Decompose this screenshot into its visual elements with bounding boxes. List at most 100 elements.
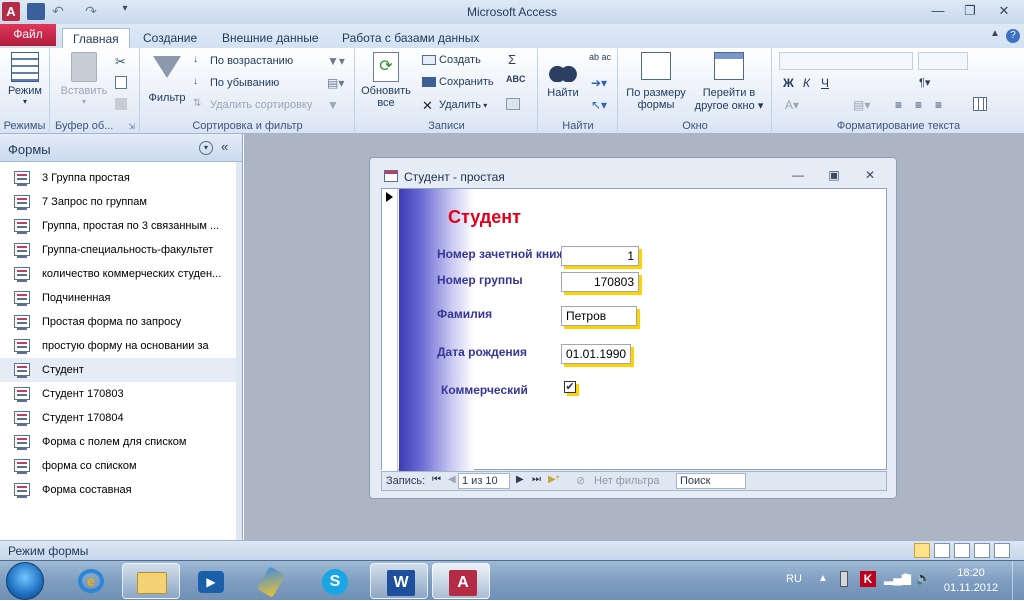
skype-taskbar-button[interactable]: S <box>306 563 364 599</box>
more-records-icon[interactable] <box>506 98 520 110</box>
filter-button[interactable]: Фильтр <box>145 52 189 104</box>
nav-item[interactable]: Группа-специальность-факультет <box>0 238 236 262</box>
close-button[interactable]: ✕ <box>988 2 1020 20</box>
new-record-nav-icon[interactable]: ▶* <box>548 474 560 485</box>
cut-icon[interactable]: ✂ <box>115 54 126 70</box>
tab-home[interactable]: Главная <box>62 28 130 48</box>
usb-icon[interactable] <box>840 571 848 587</box>
nav-item[interactable]: количество коммерческих студен... <box>0 262 236 286</box>
minimize-button[interactable]: — <box>924 2 952 20</box>
nav-item[interactable]: Форма с полем для списком <box>0 430 236 454</box>
nav-item[interactable]: Студент 170803 <box>0 382 236 406</box>
find-button[interactable]: Найти <box>543 52 583 99</box>
volume-icon[interactable]: 🔈 <box>916 571 931 585</box>
nav-item[interactable]: Студент 170804 <box>0 406 236 430</box>
next-record-icon[interactable]: ▶ <box>516 474 524 485</box>
surname-field[interactable]: Петров <box>561 306 637 326</box>
start-button[interactable] <box>6 562 44 600</box>
pivot-view-icon[interactable] <box>974 543 990 558</box>
paste-button[interactable]: Вставить ▾ <box>57 52 111 106</box>
last-record-icon[interactable]: ⏭ <box>532 474 541 485</box>
form-restore-button[interactable]: ▣ <box>824 168 844 184</box>
nav-item[interactable]: 3 Группа простая <box>0 166 236 190</box>
advanced-filter-icon[interactable]: ▤▾ <box>327 76 344 90</box>
ie-taskbar-button[interactable]: e <box>62 563 120 599</box>
nav-item[interactable]: Подчиненная <box>0 286 236 310</box>
sort-descending-button[interactable]: ↓ По убыванию <box>193 76 279 90</box>
record-book-field[interactable]: 1 <box>561 246 639 266</box>
paragraph-icon[interactable]: ¶▾ <box>919 76 930 89</box>
nav-item[interactable]: форма со списком <box>0 454 236 478</box>
clipboard-launcher-icon[interactable]: ⇲ <box>128 122 135 131</box>
align-right-icon[interactable]: ≡ <box>935 98 942 112</box>
nav-item[interactable]: Студент <box>0 358 236 382</box>
toggle-filter-icon[interactable]: ▼ <box>327 98 339 112</box>
font-select[interactable] <box>779 52 913 70</box>
nav-item[interactable]: Форма составная <box>0 478 236 502</box>
record-selector[interactable] <box>382 189 398 471</box>
align-left-icon[interactable]: ≡ <box>895 98 902 112</box>
group-field[interactable]: 170803 <box>561 272 639 292</box>
help-icon[interactable]: ? <box>1006 29 1020 43</box>
italic-button[interactable]: К <box>803 76 810 90</box>
selection-filter-icon[interactable]: ▼▾ <box>327 54 345 68</box>
no-filter-label[interactable]: Нет фильтра <box>594 475 660 487</box>
align-center-icon[interactable]: ≡ <box>915 98 922 112</box>
delete-record-button[interactable]: ✕ Удалить ▾ <box>422 98 487 113</box>
restore-button[interactable]: ❐ <box>956 2 984 20</box>
goto-icon[interactable]: ➔▾ <box>591 76 607 90</box>
format-painter-icon[interactable] <box>115 98 127 110</box>
nav-item[interactable]: Группа, простая по 3 связанным ... <box>0 214 236 238</box>
totals-icon[interactable]: Σ <box>508 52 516 67</box>
ribbon-minimize-icon[interactable]: ▲ <box>990 28 1000 39</box>
prev-record-icon[interactable]: ◀ <box>448 474 456 485</box>
tab-file[interactable]: Файл <box>0 24 56 46</box>
tab-create[interactable]: Создание <box>133 28 207 48</box>
gridlines-icon[interactable] <box>973 97 987 111</box>
refresh-all-button[interactable]: ⟳ Обновить все <box>360 52 412 109</box>
explorer-taskbar-button[interactable] <box>122 563 180 599</box>
show-desktop-button[interactable] <box>1012 561 1024 601</box>
highlight-icon[interactable]: ▤▾ <box>853 98 870 112</box>
font-color-icon[interactable]: A▾ <box>785 98 799 112</box>
sort-ascending-button[interactable]: ↓ По возрастанию <box>193 54 293 68</box>
switch-window-button[interactable]: Перейти в другое окно ▾ <box>689 52 769 112</box>
nav-scrollbar[interactable] <box>236 162 242 540</box>
record-position-field[interactable]: 1 из 10 <box>458 473 510 489</box>
nav-item[interactable]: 7 Запрос по группам <box>0 190 236 214</box>
font-size-select[interactable] <box>918 52 968 70</box>
navigation-pane-header[interactable]: Формы ▾ « <box>0 134 242 162</box>
form-close-button[interactable]: ✕ <box>860 168 880 184</box>
paint-taskbar-button[interactable] <box>242 563 300 599</box>
datasheet-view-icon[interactable] <box>934 543 950 558</box>
nav-item[interactable]: простую форму на основании за <box>0 334 236 358</box>
replace-icon[interactable]: ab ac <box>589 52 611 62</box>
bold-button[interactable]: Ж <box>783 76 794 90</box>
search-field[interactable]: Поиск <box>676 473 746 489</box>
fit-form-button[interactable]: По размеру формы <box>621 52 691 111</box>
birth-date-field[interactable]: 01.01.1990 <box>561 344 631 364</box>
form-minimize-button[interactable]: — <box>788 168 808 184</box>
tab-database-tools[interactable]: Работа с базами данных <box>332 28 489 48</box>
spelling-icon[interactable]: ABC <box>506 74 526 84</box>
commercial-checkbox[interactable]: ✔ <box>564 381 576 393</box>
save-record-button[interactable]: Сохранить <box>422 76 494 88</box>
collapse-pane-icon[interactable]: « <box>221 139 228 154</box>
first-record-icon[interactable]: ⏮ <box>432 474 441 485</box>
word-taskbar-button[interactable]: W <box>370 563 428 599</box>
view-mode-button[interactable]: Режим ▾ <box>3 52 47 106</box>
tab-external-data[interactable]: Внешние данные <box>212 28 329 48</box>
form-view-icon[interactable] <box>914 543 930 558</box>
nav-item[interactable]: Простая форма по запросу <box>0 310 236 334</box>
copy-icon[interactable] <box>115 76 127 89</box>
access-taskbar-button[interactable]: A <box>432 563 490 599</box>
nav-dropdown-icon[interactable]: ▾ <box>199 141 213 155</box>
underline-button[interactable]: Ч <box>821 76 829 90</box>
select-icon[interactable]: ↖▾ <box>591 98 607 112</box>
flag-icon[interactable]: ⚑ <box>902 571 913 585</box>
new-record-button[interactable]: Создать <box>422 54 481 66</box>
antivirus-icon[interactable]: K <box>860 571 876 587</box>
media-player-taskbar-button[interactable]: ▶ <box>182 563 240 599</box>
layout-view-icon[interactable] <box>954 543 970 558</box>
clock[interactable]: 18:20 01.11.2012 <box>936 566 1006 596</box>
